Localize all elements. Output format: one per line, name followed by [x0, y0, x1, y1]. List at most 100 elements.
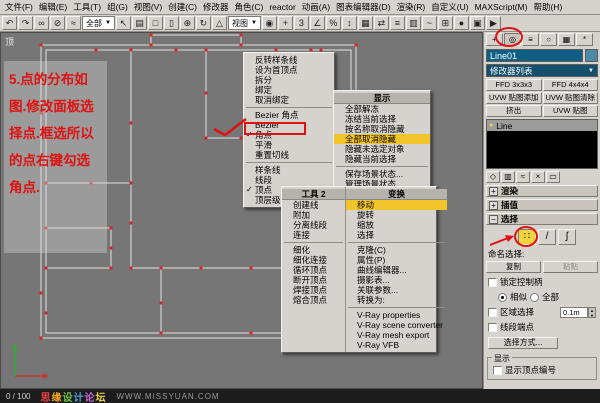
menu-item[interactable]: V-Ray scene converter — [346, 320, 447, 330]
menu-item[interactable]: 关联参数... — [346, 285, 447, 295]
menu-item[interactable]: 焊接顶点 — [282, 285, 345, 295]
menu-item[interactable]: 线段 — [244, 175, 334, 185]
modifier-button-extrude[interactable]: 挤出 — [486, 105, 542, 117]
mirror-icon[interactable]: ⇄ — [374, 16, 389, 30]
menu-item[interactable]: 转换为: — [346, 295, 447, 305]
spinner-arrows[interactable]: ▲▼ — [588, 307, 596, 318]
menu-bar-item[interactable]: 角色(C) — [232, 0, 267, 14]
menu-item[interactable]: 冻结当前选择 — [334, 114, 430, 124]
show-end-result-icon[interactable]: ▥ — [501, 171, 515, 183]
rollout-rendering[interactable]: + 渲染 — [486, 185, 598, 197]
material-editor-icon[interactable]: ● — [454, 16, 469, 30]
menu-item[interactable]: 缩放 — [346, 220, 447, 230]
menu-item[interactable]: 连接 — [282, 230, 345, 240]
menu-bar-item[interactable]: 组(G) — [104, 0, 131, 14]
motion-tab-icon[interactable]: ○ — [540, 33, 557, 46]
lightbulb-icon[interactable]: ● — [489, 122, 493, 129]
select-and-rotate-icon[interactable]: ↻ — [196, 16, 211, 30]
menu-item[interactable]: 创建线 — [282, 200, 345, 210]
menu-bar-item[interactable]: 渲染(R) — [393, 0, 428, 14]
spinner-snap-icon[interactable]: ↕ — [342, 16, 357, 30]
menu-item[interactable]: 断开顶点 — [282, 275, 345, 285]
menu-item[interactable]: 样条线 — [244, 165, 334, 175]
menu-item[interactable]: 全部解冻 — [334, 104, 430, 114]
align-icon[interactable]: ≡ — [390, 16, 405, 30]
select-by-button[interactable]: 选择方式... — [488, 337, 558, 349]
menu-item[interactable]: 按名称取消隐藏 — [334, 124, 430, 134]
use-pivot-point-icon[interactable]: ◉ — [262, 16, 277, 30]
menu-item[interactable]: 拆分 — [244, 75, 334, 85]
menu-bar-item[interactable]: 图表编辑器(D) — [333, 0, 393, 14]
menu-item[interactable]: V-Ray properties — [346, 310, 447, 320]
viewport-label[interactable]: 顶 — [5, 35, 14, 48]
menu-item[interactable]: 取消绑定 — [244, 95, 334, 105]
display-tab-icon[interactable]: ▦ — [558, 33, 575, 46]
curve-editor-icon[interactable]: ~ — [422, 16, 437, 30]
menu-item[interactable]: 隐藏未选定对象 — [334, 144, 430, 154]
menu-bar-item[interactable]: 动画(A) — [299, 0, 333, 14]
similar-radio[interactable] — [498, 293, 507, 302]
menu-item[interactable]: 反转样条线 — [244, 55, 334, 65]
menu-item[interactable]: 细化 — [282, 245, 345, 255]
rollout-interpolation[interactable]: + 插值 — [486, 199, 598, 211]
paste-button[interactable]: 粘贴 — [543, 261, 598, 273]
pin-stack-icon[interactable]: ◇ — [486, 171, 500, 183]
schematic-view-icon[interactable]: ⊞ — [438, 16, 453, 30]
area-selection-checkbox[interactable] — [488, 308, 497, 317]
utilities-tab-icon[interactable]: * — [576, 33, 593, 46]
menu-item[interactable]: 选择 — [346, 230, 447, 240]
menu-item[interactable]: V-Ray VFB — [346, 340, 447, 350]
make-unique-icon[interactable]: ≈ — [516, 171, 530, 183]
menu-bar-item[interactable]: MAXScript(M) — [472, 1, 531, 13]
render-setup-icon[interactable]: ▣ — [470, 16, 485, 30]
all-radio[interactable] — [530, 293, 539, 302]
modifier-button-uvw-map[interactable]: UVW 贴图 — [543, 105, 599, 117]
menu-item[interactable]: 曲线编辑器... — [346, 265, 447, 275]
menu-bar-item[interactable]: 帮助(H) — [530, 0, 565, 14]
rollout-selection[interactable]: − 选择 — [486, 213, 598, 225]
menu-bar-item[interactable]: 视图(V) — [131, 0, 165, 14]
selection-filter-dropdown[interactable]: 全部▼ — [82, 16, 115, 30]
menu-item[interactable]: 绑定 — [244, 85, 334, 95]
menu-item[interactable]: 循环顶点 — [282, 265, 345, 275]
menu-item[interactable]: 平滑 — [244, 140, 334, 150]
menu-item[interactable]: 移动 — [346, 200, 447, 210]
percent-snap-icon[interactable]: % — [326, 16, 341, 30]
segment-end-checkbox[interactable] — [488, 323, 497, 332]
layer-manager-icon[interactable]: ▥ — [406, 16, 421, 30]
menu-item[interactable]: 细化连接 — [282, 255, 345, 265]
copy-button[interactable]: 复制 — [486, 261, 541, 273]
menu-item[interactable]: 设为首顶点 — [244, 65, 334, 75]
reference-coordinate-system-dropdown[interactable]: 视图▼ — [228, 16, 261, 30]
object-name-field[interactable]: Line01 — [486, 49, 583, 62]
menu-item[interactable]: 摄影表... — [346, 275, 447, 285]
menu-bar-item[interactable]: reactor — [266, 1, 298, 13]
area-threshold-input[interactable]: 0.1m — [560, 307, 588, 318]
menu-bar-item[interactable]: 工具(T) — [70, 0, 104, 14]
named-selection-sets-icon[interactable]: ▦ — [358, 16, 373, 30]
menu-item[interactable]: 分离线段 — [282, 220, 345, 230]
select-and-scale-icon[interactable]: △ — [212, 16, 227, 30]
undo-icon[interactable]: ↶ — [2, 16, 17, 30]
lock-handles-checkbox[interactable] — [488, 278, 497, 287]
modifier-button-ffd4x4x4[interactable]: FFD 4x4x4 — [543, 79, 599, 91]
menu-bar-item[interactable]: 文件(F) — [2, 0, 36, 14]
menu-item[interactable]: 属性(P) — [346, 255, 447, 265]
modifier-button-ffd3x3x3[interactable]: FFD 3x3x3 — [486, 79, 542, 91]
menu-item[interactable]: 保存场景状态... — [334, 169, 430, 179]
select-object-icon[interactable]: ↖ — [116, 16, 131, 30]
angle-snap-icon[interactable]: ∠ — [310, 16, 325, 30]
segment-icon[interactable]: / — [538, 229, 556, 245]
modifier-button-uvw-add[interactable]: UVW 贴图添加 — [486, 92, 542, 104]
menu-item[interactable]: V-Ray mesh export — [346, 330, 447, 340]
select-and-manipulate-icon[interactable]: + — [278, 16, 293, 30]
select-by-name-icon[interactable]: ▤ — [132, 16, 147, 30]
spline-icon[interactable]: ∫ — [558, 229, 576, 245]
menu-bar-item[interactable]: 编辑(E) — [36, 0, 70, 14]
menu-bar-item[interactable]: 修改器 — [200, 0, 232, 14]
modifier-list-dropdown[interactable]: 修改器列表 ▼ — [486, 64, 598, 77]
menu-item[interactable]: Bezier 角点 — [244, 110, 334, 120]
remove-modifier-icon[interactable]: × — [531, 171, 545, 183]
menu-item[interactable]: 重置切线 — [244, 150, 334, 160]
menu-item[interactable]: 全部取消隐藏 — [334, 134, 430, 144]
